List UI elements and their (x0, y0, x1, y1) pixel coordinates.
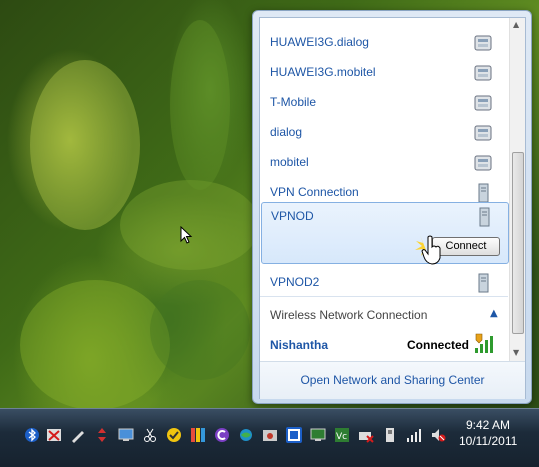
volume-muted-icon[interactable] (430, 427, 446, 443)
signal-icon[interactable] (406, 427, 422, 443)
section-header: Wireless Network Connection (270, 308, 428, 322)
bluetooth-icon[interactable] (24, 427, 40, 443)
network-item-label: dialog (270, 125, 303, 139)
scrollbar-thumb[interactable] (512, 152, 524, 334)
taskbar: Vc 9:42 AM 10/11/2011 (0, 408, 539, 467)
dialup-modem-icon (474, 95, 492, 111)
scroll-up-icon[interactable]: ▲ (513, 20, 519, 29)
flyout-content: HUAWEI3G.dialog HUAWEI3G.mobitel T-Mobil… (259, 17, 526, 399)
collapse-caret-icon[interactable]: ▲ (490, 308, 498, 319)
app-icon[interactable] (286, 427, 302, 443)
vector-icon[interactable]: Vc (334, 427, 350, 443)
pen-icon[interactable] (70, 427, 86, 443)
hand-pointer-icon (415, 235, 441, 265)
vpn-server-icon (478, 183, 489, 203)
network-item-label: VPNOD2 (270, 275, 320, 289)
norton-icon[interactable] (166, 427, 182, 443)
monitor-icon[interactable] (118, 427, 134, 443)
dialup-modem-icon (474, 125, 492, 141)
mouse-pointer-icon (180, 226, 193, 244)
network-item-vpnod[interactable]: VPNOD Connect (261, 202, 509, 265)
svg-text:Vc: Vc (336, 432, 347, 442)
network-list-scrollbar[interactable]: ▲ ▼ (509, 18, 525, 361)
network-item-label: T-Mobile (270, 95, 317, 109)
network-item-dialog[interactable]: dialog (260, 118, 508, 148)
network-item-label: HUAWEI3G.dialog (270, 35, 369, 49)
network-error-icon[interactable] (46, 427, 62, 443)
flyout-footer: Open Network and Sharing Center (260, 361, 525, 399)
wireless-status: Connected (407, 338, 470, 352)
network-item-label: VPNOD (271, 209, 314, 223)
usb-icon[interactable] (382, 427, 398, 443)
network-item-t-mobile[interactable]: T-Mobile (260, 88, 508, 118)
globe-icon[interactable] (238, 427, 254, 443)
open-network-sharing-center-link[interactable]: Open Network and Sharing Center (260, 373, 525, 387)
network-item-label: HUAWEI3G.mobitel (270, 65, 376, 79)
clock-date[interactable]: 10/11/2011 (459, 434, 517, 448)
scissors-icon[interactable] (142, 427, 158, 443)
dialup-modem-icon (474, 35, 492, 51)
network-flyout: HUAWEI3G.dialog HUAWEI3G.mobitel T-Mobil… (252, 10, 532, 404)
wireless-network-name[interactable]: Nishantha (270, 338, 328, 352)
color-icon[interactable] (190, 427, 206, 443)
network-item-label: VPN Connection (270, 185, 359, 199)
wifi-signal-icon (475, 333, 493, 353)
vpn-server-icon (478, 273, 489, 293)
dialup-modem-icon (474, 155, 492, 171)
scroll-down-icon[interactable]: ▼ (513, 348, 519, 357)
vpn-server-icon (479, 207, 490, 227)
network-item-huawei3g-dialog[interactable]: HUAWEI3G.dialog (260, 28, 508, 58)
network-item-mobitel[interactable]: mobitel (260, 148, 508, 178)
network-list: HUAWEI3G.dialog HUAWEI3G.mobitel T-Mobil… (260, 18, 509, 293)
clock-time[interactable]: 9:42 AM (466, 418, 510, 432)
copy-icon[interactable] (214, 427, 230, 443)
dialup-modem-icon (474, 65, 492, 81)
printer-error-icon[interactable] (358, 427, 374, 443)
network-item-label: mobitel (270, 155, 309, 169)
camera-icon[interactable] (262, 427, 278, 443)
arrows-icon[interactable] (94, 427, 110, 443)
network-item-vpnod2[interactable]: VPNOD2 (260, 268, 508, 298)
network-item-huawei3g-mobitel[interactable]: HUAWEI3G.mobitel (260, 58, 508, 88)
section-divider (260, 296, 508, 297)
display-icon[interactable] (310, 427, 326, 443)
